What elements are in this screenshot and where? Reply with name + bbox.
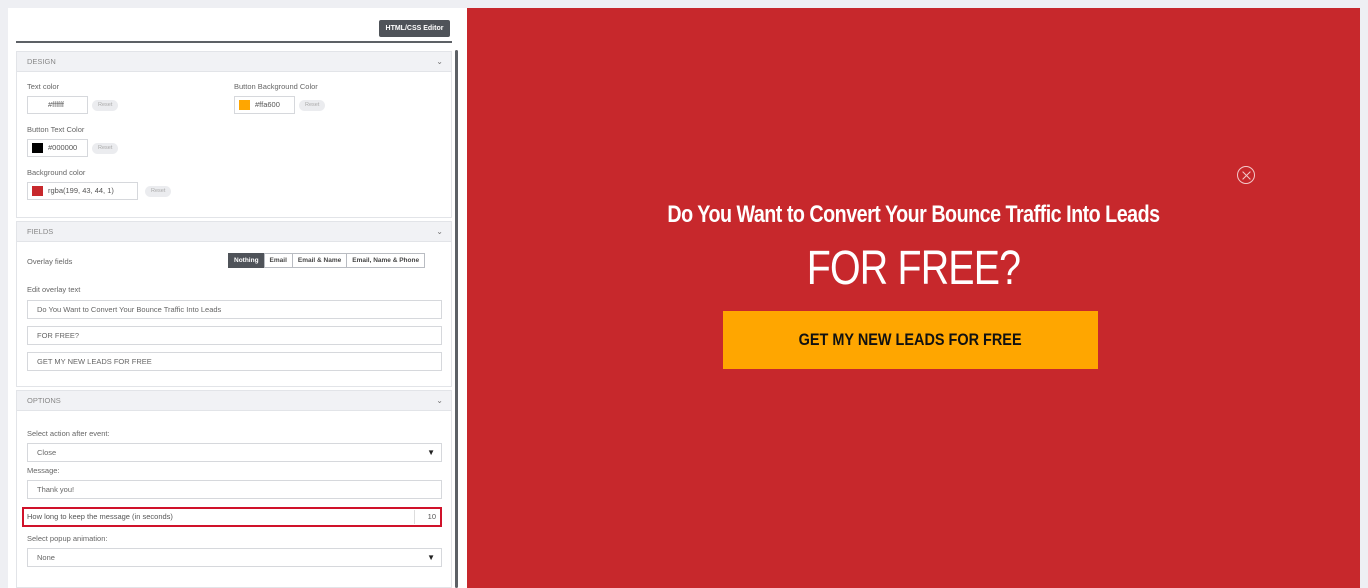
button-bg-color-label: Button Background Color — [234, 82, 318, 91]
background-color-reset-button[interactable]: Reset — [145, 186, 172, 197]
action-after-event-label: Select action after event: — [27, 429, 110, 438]
button-text-color-value: #000000 — [48, 143, 78, 152]
settings-sidebar: HTML/CSS Editor DESIGN ⌄ Text color #fff… — [8, 8, 460, 588]
overlay-fields-label: Overlay fields — [27, 257, 73, 266]
chevron-down-icon[interactable]: ⌄ — [436, 52, 443, 72]
background-color-value: rgba(199, 43, 44, 1) — [48, 186, 114, 195]
divider — [16, 41, 452, 43]
popup-animation-label: Select popup animation: — [27, 534, 108, 543]
background-color-label: Background color — [27, 168, 86, 177]
button-text-reset-button[interactable]: Reset — [92, 143, 119, 154]
button-text-swatch — [32, 143, 43, 153]
message-duration-input[interactable]: 10 — [414, 510, 436, 524]
options-panel-title: OPTIONS — [27, 396, 61, 405]
text-color-label: Text color — [27, 82, 60, 91]
fields-panel-header[interactable]: FIELDS ⌄ — [17, 222, 451, 242]
popup-animation-select[interactable]: None ▼ — [27, 548, 442, 567]
background-swatch — [32, 186, 43, 196]
caret-down-icon: ▼ — [427, 553, 435, 562]
button-bg-swatch — [239, 100, 250, 110]
button-bg-reset-button[interactable]: Reset — [299, 100, 326, 111]
overlay-option-email-name[interactable]: Email & Name — [291, 253, 348, 268]
button-bg-color-input[interactable]: #ffa600 — [234, 96, 295, 114]
popup-subhead: FOR FREE? — [806, 242, 1021, 295]
fields-panel: FIELDS ⌄ Overlay fields Nothing Email Em… — [16, 221, 452, 387]
design-panel-header[interactable]: DESIGN ⌄ — [17, 52, 451, 72]
design-panel-title: DESIGN — [27, 57, 56, 66]
message-input[interactable]: Thank you! — [27, 480, 442, 499]
text-color-reset-button[interactable]: Reset — [92, 100, 119, 111]
text-color-value: #ffffff — [48, 100, 64, 109]
popup-cta-label: GET MY NEW LEADS FOR FREE — [799, 330, 1022, 349]
background-color-input[interactable]: rgba(199, 43, 44, 1) — [27, 182, 138, 200]
overlay-text-line1-input[interactable]: Do You Want to Convert Your Bounce Traff… — [27, 300, 442, 319]
overlay-option-email[interactable]: Email — [263, 253, 293, 268]
popup-headline: Do You Want to Convert Your Bounce Traff… — [667, 201, 1160, 228]
text-color-input[interactable]: #ffffff — [27, 96, 88, 114]
overlay-fields-toggle: Nothing Email Email & Name Email, Name &… — [228, 253, 426, 268]
popup-cta-button[interactable]: GET MY NEW LEADS FOR FREE — [723, 311, 1098, 369]
overlay-text-line3-input[interactable]: GET MY NEW LEADS FOR FREE — [27, 352, 442, 371]
overlay-option-nothing[interactable]: Nothing — [228, 253, 265, 268]
button-text-color-label: Button Text Color — [27, 125, 85, 134]
action-after-event-value: Close — [37, 448, 57, 457]
edit-overlay-text-label: Edit overlay text — [27, 285, 81, 294]
design-panel: DESIGN ⌄ Text color #ffffff Reset Button… — [16, 51, 452, 218]
overlay-text-line2-input[interactable]: FOR FREE? — [27, 326, 442, 345]
close-circle-icon[interactable] — [1237, 166, 1255, 184]
popup-preview: Do You Want to Convert Your Bounce Traff… — [467, 8, 1360, 588]
chevron-down-icon[interactable]: ⌄ — [436, 222, 443, 242]
popup-animation-value: None — [37, 553, 55, 562]
message-label: Message: — [27, 466, 60, 475]
message-duration-label: How long to keep the message (in seconds… — [27, 512, 173, 521]
app-frame: HTML/CSS Editor DESIGN ⌄ Text color #fff… — [8, 8, 1360, 588]
options-panel: OPTIONS ⌄ Select action after event: Clo… — [16, 390, 452, 588]
scrollbar[interactable] — [455, 50, 458, 588]
message-duration-field[interactable]: How long to keep the message (in seconds… — [22, 507, 442, 527]
html-css-editor-button[interactable]: HTML/CSS Editor — [379, 20, 450, 37]
overlay-option-email-name-phone[interactable]: Email, Name & Phone — [346, 253, 426, 268]
action-after-event-select[interactable]: Close ▼ — [27, 443, 442, 462]
options-panel-header[interactable]: OPTIONS ⌄ — [17, 391, 451, 411]
button-text-color-input[interactable]: #000000 — [27, 139, 88, 157]
chevron-down-icon[interactable]: ⌄ — [436, 391, 443, 411]
fields-panel-title: FIELDS — [27, 227, 54, 236]
caret-down-icon: ▼ — [427, 448, 435, 457]
button-bg-color-value: #ffa600 — [255, 100, 280, 109]
